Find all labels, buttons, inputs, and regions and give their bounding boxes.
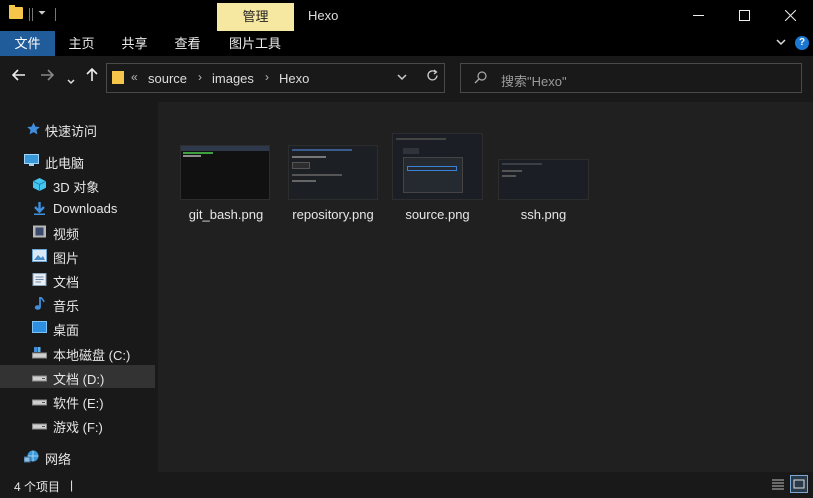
sidebar-item-label: 软件 (E:): [53, 396, 104, 411]
sidebar-item-music[interactable]: 音乐: [0, 292, 155, 315]
sidebar-item-downloads[interactable]: Downloads: [0, 197, 155, 220]
chevron-down-icon: [67, 79, 75, 85]
drive-icon: [32, 347, 47, 359]
file-name: repository.png: [292, 207, 374, 222]
sidebar-item-label: 网络: [45, 452, 72, 467]
refresh-button[interactable]: [426, 69, 439, 85]
sidebar-item-label: 文档 (D:): [53, 372, 105, 387]
folder-icon[interactable]: [9, 5, 23, 19]
sidebar-item-quick-access[interactable]: 快速访问: [0, 117, 155, 140]
sidebar-item-label: 游戏 (F:): [53, 420, 103, 435]
large-icons-view-icon: [793, 479, 805, 489]
back-button[interactable]: [11, 68, 26, 86]
sidebar-item-label: 桌面: [53, 323, 80, 338]
sidebar-item-drive-e[interactable]: 软件 (E:): [0, 389, 155, 412]
sidebar-item-drive-f[interactable]: 游戏 (F:): [0, 413, 155, 436]
download-icon: [34, 202, 45, 215]
document-icon: [32, 273, 47, 286]
chevron-right-icon[interactable]: ›: [265, 70, 269, 84]
file-name: source.png: [405, 207, 470, 222]
folder-icon: [112, 71, 124, 84]
sidebar-item-desktop[interactable]: 桌面: [0, 316, 155, 339]
thumbnail-source[interactable]: [392, 133, 483, 200]
refresh-icon: [427, 69, 438, 81]
recent-locations-button[interactable]: [67, 72, 75, 90]
sidebar-item-documents[interactable]: 文档: [0, 268, 155, 291]
details-view-icon: [772, 479, 784, 490]
file-name: git_bash.png: [188, 207, 264, 222]
breadcrumb-hexo[interactable]: Hexo: [279, 71, 309, 86]
star-icon: [27, 122, 40, 135]
close-button[interactable]: [767, 0, 813, 31]
search-input[interactable]: 搜索"Hexo": [501, 71, 567, 90]
ribbon-expand-icon[interactable]: [776, 35, 786, 49]
details-view-button[interactable]: [769, 475, 787, 493]
sidebar-item-network[interactable]: 网络: [0, 445, 155, 468]
maximize-button[interactable]: [721, 0, 767, 31]
tab-picture-tools[interactable]: 图片工具: [219, 31, 291, 56]
quick-access-dropdown-icon[interactable]: ⏷: [38, 8, 46, 19]
status-bar: [0, 472, 813, 498]
sidebar-item-label: 快速访问: [45, 124, 98, 139]
maximize-icon: [738, 10, 750, 21]
thumbnail-repository[interactable]: [288, 145, 378, 200]
tab-file[interactable]: 文件: [0, 31, 55, 56]
breadcrumb-source[interactable]: source: [148, 71, 187, 86]
separator: [32, 8, 33, 21]
sidebar-item-label: 本地磁盘 (C:): [53, 348, 131, 363]
thumbnail-git-bash[interactable]: [180, 145, 270, 200]
sidebar-item-label: 此电脑: [45, 156, 85, 171]
context-tab-manage[interactable]: 管理: [217, 3, 294, 31]
sidebar-item-this-pc[interactable]: 此电脑: [0, 149, 155, 172]
help-button[interactable]: ?: [795, 36, 809, 50]
sidebar-item-videos[interactable]: 视频: [0, 220, 155, 243]
chevron-right-icon[interactable]: ›: [198, 70, 202, 84]
item-count: 4 个项目: [14, 480, 61, 494]
forward-button[interactable]: [40, 68, 55, 86]
up-button[interactable]: [86, 67, 98, 87]
desktop-icon: [32, 321, 47, 333]
sidebar-item-label: Downloads: [53, 201, 118, 216]
minimize-icon: [692, 14, 704, 16]
large-icons-view-button[interactable]: [790, 475, 808, 493]
file-name: ssh.png: [520, 207, 567, 222]
tab-view[interactable]: 查看: [161, 31, 214, 56]
breadcrumb-images[interactable]: images: [212, 71, 254, 86]
window-title: Hexo: [308, 8, 339, 23]
sidebar-item-3d-objects[interactable]: 3D 对象: [0, 173, 155, 196]
search-icon: [474, 71, 487, 87]
sidebar-item-drive-d[interactable]: 文档 (D:): [0, 365, 155, 388]
network-icon: [24, 450, 39, 463]
sidebar-item-label: 3D 对象: [53, 180, 100, 195]
arrow-up-icon: [86, 67, 98, 81]
drive-icon: [32, 399, 47, 406]
separator: [29, 8, 30, 21]
sidebar-item-pictures[interactable]: 图片: [0, 244, 155, 267]
sidebar-item-label: 文档: [53, 275, 80, 290]
minimize-button[interactable]: [675, 0, 721, 31]
arrow-left-icon: [11, 69, 25, 81]
chevron-down-icon: [397, 74, 407, 81]
thumbnail-ssh[interactable]: [498, 159, 589, 200]
arrow-right-icon: [41, 69, 55, 81]
computer-icon: [24, 154, 39, 166]
drive-icon: [32, 375, 47, 382]
music-icon: [34, 297, 45, 310]
picture-icon: [32, 249, 47, 262]
status-cursor: |: [70, 478, 74, 492]
video-icon: [33, 225, 46, 238]
sidebar-item-label: 音乐: [53, 299, 80, 314]
separator: [55, 8, 56, 21]
tab-home[interactable]: 主页: [55, 31, 108, 56]
chevron-down-icon: [776, 39, 786, 46]
cube-icon: [32, 178, 47, 191]
tab-share[interactable]: 共享: [108, 31, 161, 56]
breadcrumb-overflow[interactable]: «: [131, 70, 138, 84]
sidebar-item-drive-c[interactable]: 本地磁盘 (C:): [0, 341, 155, 364]
close-icon: [784, 10, 796, 21]
sidebar-item-label: 视频: [53, 227, 80, 242]
address-dropdown-button[interactable]: [397, 72, 407, 84]
sidebar-item-label: 图片: [53, 251, 80, 266]
drive-icon: [32, 423, 47, 430]
